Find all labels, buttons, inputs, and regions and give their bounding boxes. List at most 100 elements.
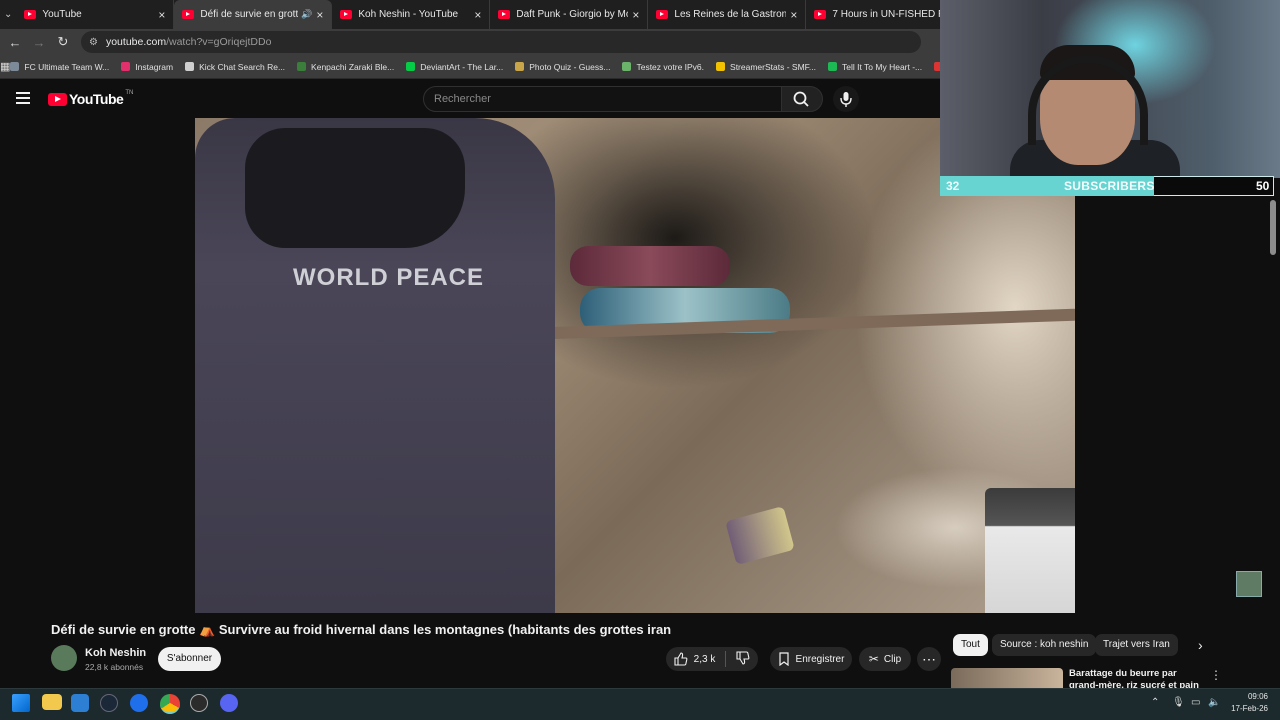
site-info-icon[interactable]: ⚙ [89, 37, 98, 48]
youtube-favicon-icon [498, 10, 511, 19]
forward-icon[interactable]: → [27, 35, 51, 50]
bookmark-label: Testez votre IPv6. [636, 61, 705, 72]
file-explorer-icon[interactable] [42, 694, 62, 710]
bookmark-icon [778, 652, 789, 666]
youtube-favicon-icon [656, 10, 669, 19]
bookmark-label: StreamerStats - SMF... [730, 61, 816, 72]
tab-search-icon[interactable]: ⌄ [4, 5, 12, 25]
recommendation-menu-icon[interactable]: ⋮ [1210, 668, 1222, 682]
video-frame-scarf [245, 128, 465, 248]
subscriber-count: 32 [946, 179, 960, 193]
apps-grid-icon[interactable]: ▦ [0, 60, 10, 73]
tab-close-icon[interactable]: × [316, 8, 323, 22]
more-actions-icon[interactable]: ⋯ [917, 647, 941, 671]
windows-start-icon[interactable] [12, 694, 30, 712]
clip-label: Clip [883, 653, 902, 665]
tray-volume-icon[interactable]: 🔈 [1208, 697, 1220, 708]
bookmark-item[interactable]: Instagram [121, 62, 173, 72]
bookmark-label: Instagram [135, 61, 174, 72]
channel-name[interactable]: Koh Neshin [85, 647, 146, 659]
steam-icon[interactable] [100, 694, 118, 712]
youtube-logo[interactable]: YouTube TN [48, 90, 133, 107]
tab-label: Les Reines de la Gastronomie de [674, 9, 786, 20]
like-button[interactable]: 2,3 k [674, 652, 716, 666]
bookmark-item[interactable]: FC Ultimate Team W... [10, 62, 109, 72]
video-frame-person: WORLD PEACE [195, 118, 555, 613]
bookmark-favicon-icon [716, 62, 726, 71]
clock-time[interactable]: 09:06 [1236, 692, 1268, 701]
obs-icon[interactable] [190, 694, 208, 712]
menu-icon[interactable] [16, 92, 30, 104]
tab-close-icon[interactable]: × [632, 8, 639, 22]
tab-label: YouTube [42, 9, 82, 20]
browser-tab-bar: ⌄ YouTube×Défi de survie en grotte ⛺🔊×Ko… [0, 0, 965, 29]
browser-tab[interactable]: Koh Neshin - YouTube × [332, 0, 491, 29]
bookmark-item[interactable]: Kick Chat Search Re... [185, 62, 285, 72]
voice-search-button[interactable] [833, 86, 859, 112]
browser-toolbar: ← → ↻ ⚙ youtube.com/watch?v=gOriqejtDDo [0, 29, 940, 55]
discord-icon[interactable] [220, 694, 238, 712]
bookmark-favicon-icon [121, 62, 131, 71]
bookmark-item[interactable]: Kenpachi Zaraki Ble... [297, 62, 394, 72]
streamer-webcam [940, 0, 1280, 178]
channel-watermark-icon[interactable] [1236, 571, 1262, 597]
url-host: youtube.com [105, 36, 167, 48]
chevron-right-icon[interactable]: › [1198, 637, 1203, 653]
youtube-header: YouTube TN Rechercher [0, 79, 940, 118]
search-icon [793, 91, 809, 107]
tray-monitor-icon[interactable]: ▭ [1191, 697, 1200, 708]
channel-avatar[interactable] [51, 645, 77, 671]
tab-close-icon[interactable]: × [158, 8, 165, 22]
recommendation-thumbnail[interactable] [951, 668, 1063, 688]
save-label: Enregistrer [795, 653, 845, 665]
bookmark-favicon-icon [828, 62, 837, 71]
chip-all[interactable]: Tout [953, 634, 988, 656]
app-icon[interactable] [130, 694, 148, 712]
outlook-icon[interactable] [71, 694, 89, 712]
youtube-wordmark: YouTube [69, 91, 124, 107]
clock-date[interactable]: 17-Feb-26 [1226, 704, 1268, 713]
browser-tab[interactable]: Les Reines de la Gastronomie de × [648, 0, 807, 29]
bookmark-favicon-icon [406, 62, 416, 71]
tab-audio-icon[interactable]: 🔊 [301, 9, 312, 20]
bookmark-label: DeviantArt - The Lar... [420, 61, 504, 72]
url-path: /watch?v=gOriqejtDDo [166, 36, 272, 48]
recommendation-title[interactable]: Barattage du beurre par grand-mère, riz … [1069, 668, 1204, 688]
tray-chevron-icon[interactable]: ⌃ [1151, 697, 1159, 708]
bookmark-list: FC Ultimate Team W... Instagram Kick Chat … [10, 62, 982, 72]
video-frame-pillow [570, 246, 730, 286]
search-button[interactable] [781, 86, 823, 112]
browser-tab[interactable]: Daft Punk - Giorgio by Moroder × [490, 0, 649, 29]
browser-tab[interactable]: YouTube × [16, 0, 175, 29]
subscribe-button[interactable]: S'abonner [158, 647, 221, 671]
video-title: Défi de survie en grotte ⛺ Survivre au f… [51, 622, 672, 637]
save-button[interactable]: Enregistrer [770, 647, 852, 671]
back-icon[interactable]: ← [3, 35, 27, 50]
dislike-button[interactable] [736, 650, 750, 668]
chrome-icon[interactable] [160, 694, 180, 714]
page-scrollbar[interactable] [1270, 200, 1276, 255]
chip-source[interactable]: Source : koh neshin [992, 634, 1097, 656]
bookmark-favicon-icon [185, 62, 195, 71]
youtube-favicon-icon [24, 10, 37, 19]
like-count: 2,3 k [693, 653, 716, 665]
youtube-play-icon [48, 92, 67, 106]
bookmarks-bar: ▦ FC Ultimate Team W... Instagram Kick Cha… [0, 55, 971, 79]
chip-trip[interactable]: Trajet vers Iran [1095, 634, 1178, 656]
bookmark-item[interactable]: Tell It To My Heart -... [828, 62, 922, 72]
bookmark-label: Kick Chat Search Re... [199, 61, 286, 72]
tray-microphone-icon[interactable]: 🎙 [1172, 697, 1185, 708]
bookmark-item[interactable]: Testez votre IPv6. [622, 62, 704, 72]
clip-button[interactable]: ✂ Clip [859, 647, 911, 671]
reload-icon[interactable]: ↻ [51, 34, 75, 50]
tab-close-icon[interactable]: × [474, 8, 481, 22]
search-input[interactable]: Rechercher [423, 86, 782, 112]
address-bar[interactable]: ⚙ youtube.com/watch?v=gOriqejtDDo [81, 31, 921, 53]
tab-label: Daft Punk - Giorgio by Moroder [516, 9, 628, 20]
bookmark-item[interactable]: DeviantArt - The Lar... [406, 62, 503, 72]
bookmark-item[interactable]: Photo Quiz - Guess... [515, 62, 610, 72]
bookmark-item[interactable]: StreamerStats - SMF... [716, 62, 816, 72]
tab-close-icon[interactable]: × [790, 8, 797, 22]
like-separator [725, 651, 727, 667]
browser-tab[interactable]: Défi de survie en grotte ⛺🔊 × [174, 0, 333, 29]
